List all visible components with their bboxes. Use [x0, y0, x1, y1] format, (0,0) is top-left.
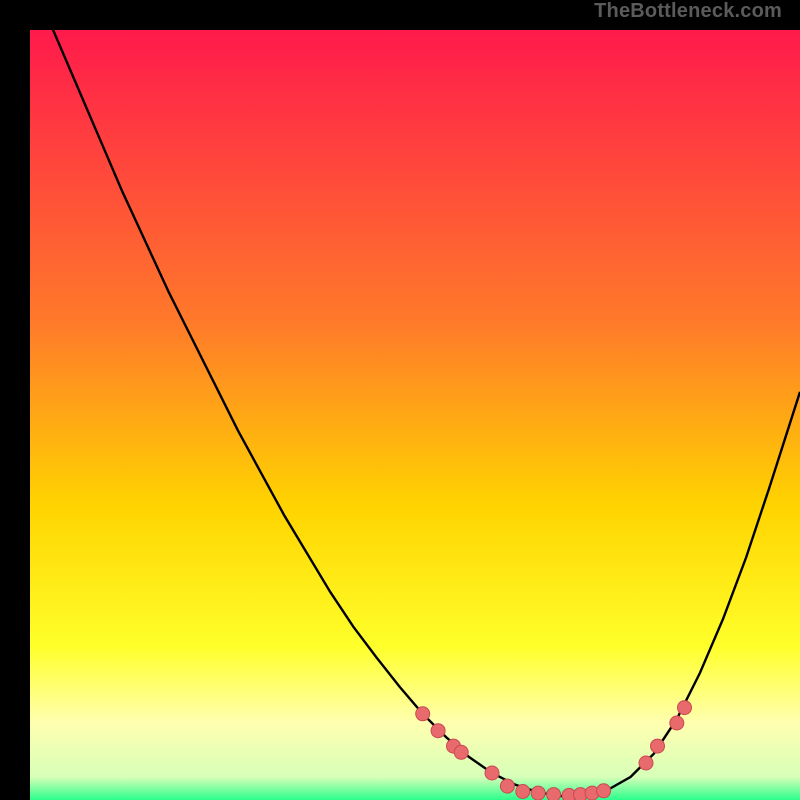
data-point — [431, 724, 445, 738]
data-point — [639, 756, 653, 770]
gradient-background — [30, 30, 800, 800]
chart-svg — [30, 30, 800, 800]
data-point — [516, 785, 530, 799]
chart-frame — [15, 15, 785, 785]
watermark-text: TheBottleneck.com — [594, 0, 782, 23]
data-point — [651, 739, 665, 753]
data-point — [531, 786, 545, 800]
data-point — [485, 766, 499, 780]
data-point — [416, 707, 430, 721]
data-point — [678, 701, 692, 715]
data-point — [547, 788, 561, 800]
data-point — [500, 779, 514, 793]
data-point — [454, 745, 468, 759]
data-point — [597, 784, 611, 798]
data-point — [670, 716, 684, 730]
